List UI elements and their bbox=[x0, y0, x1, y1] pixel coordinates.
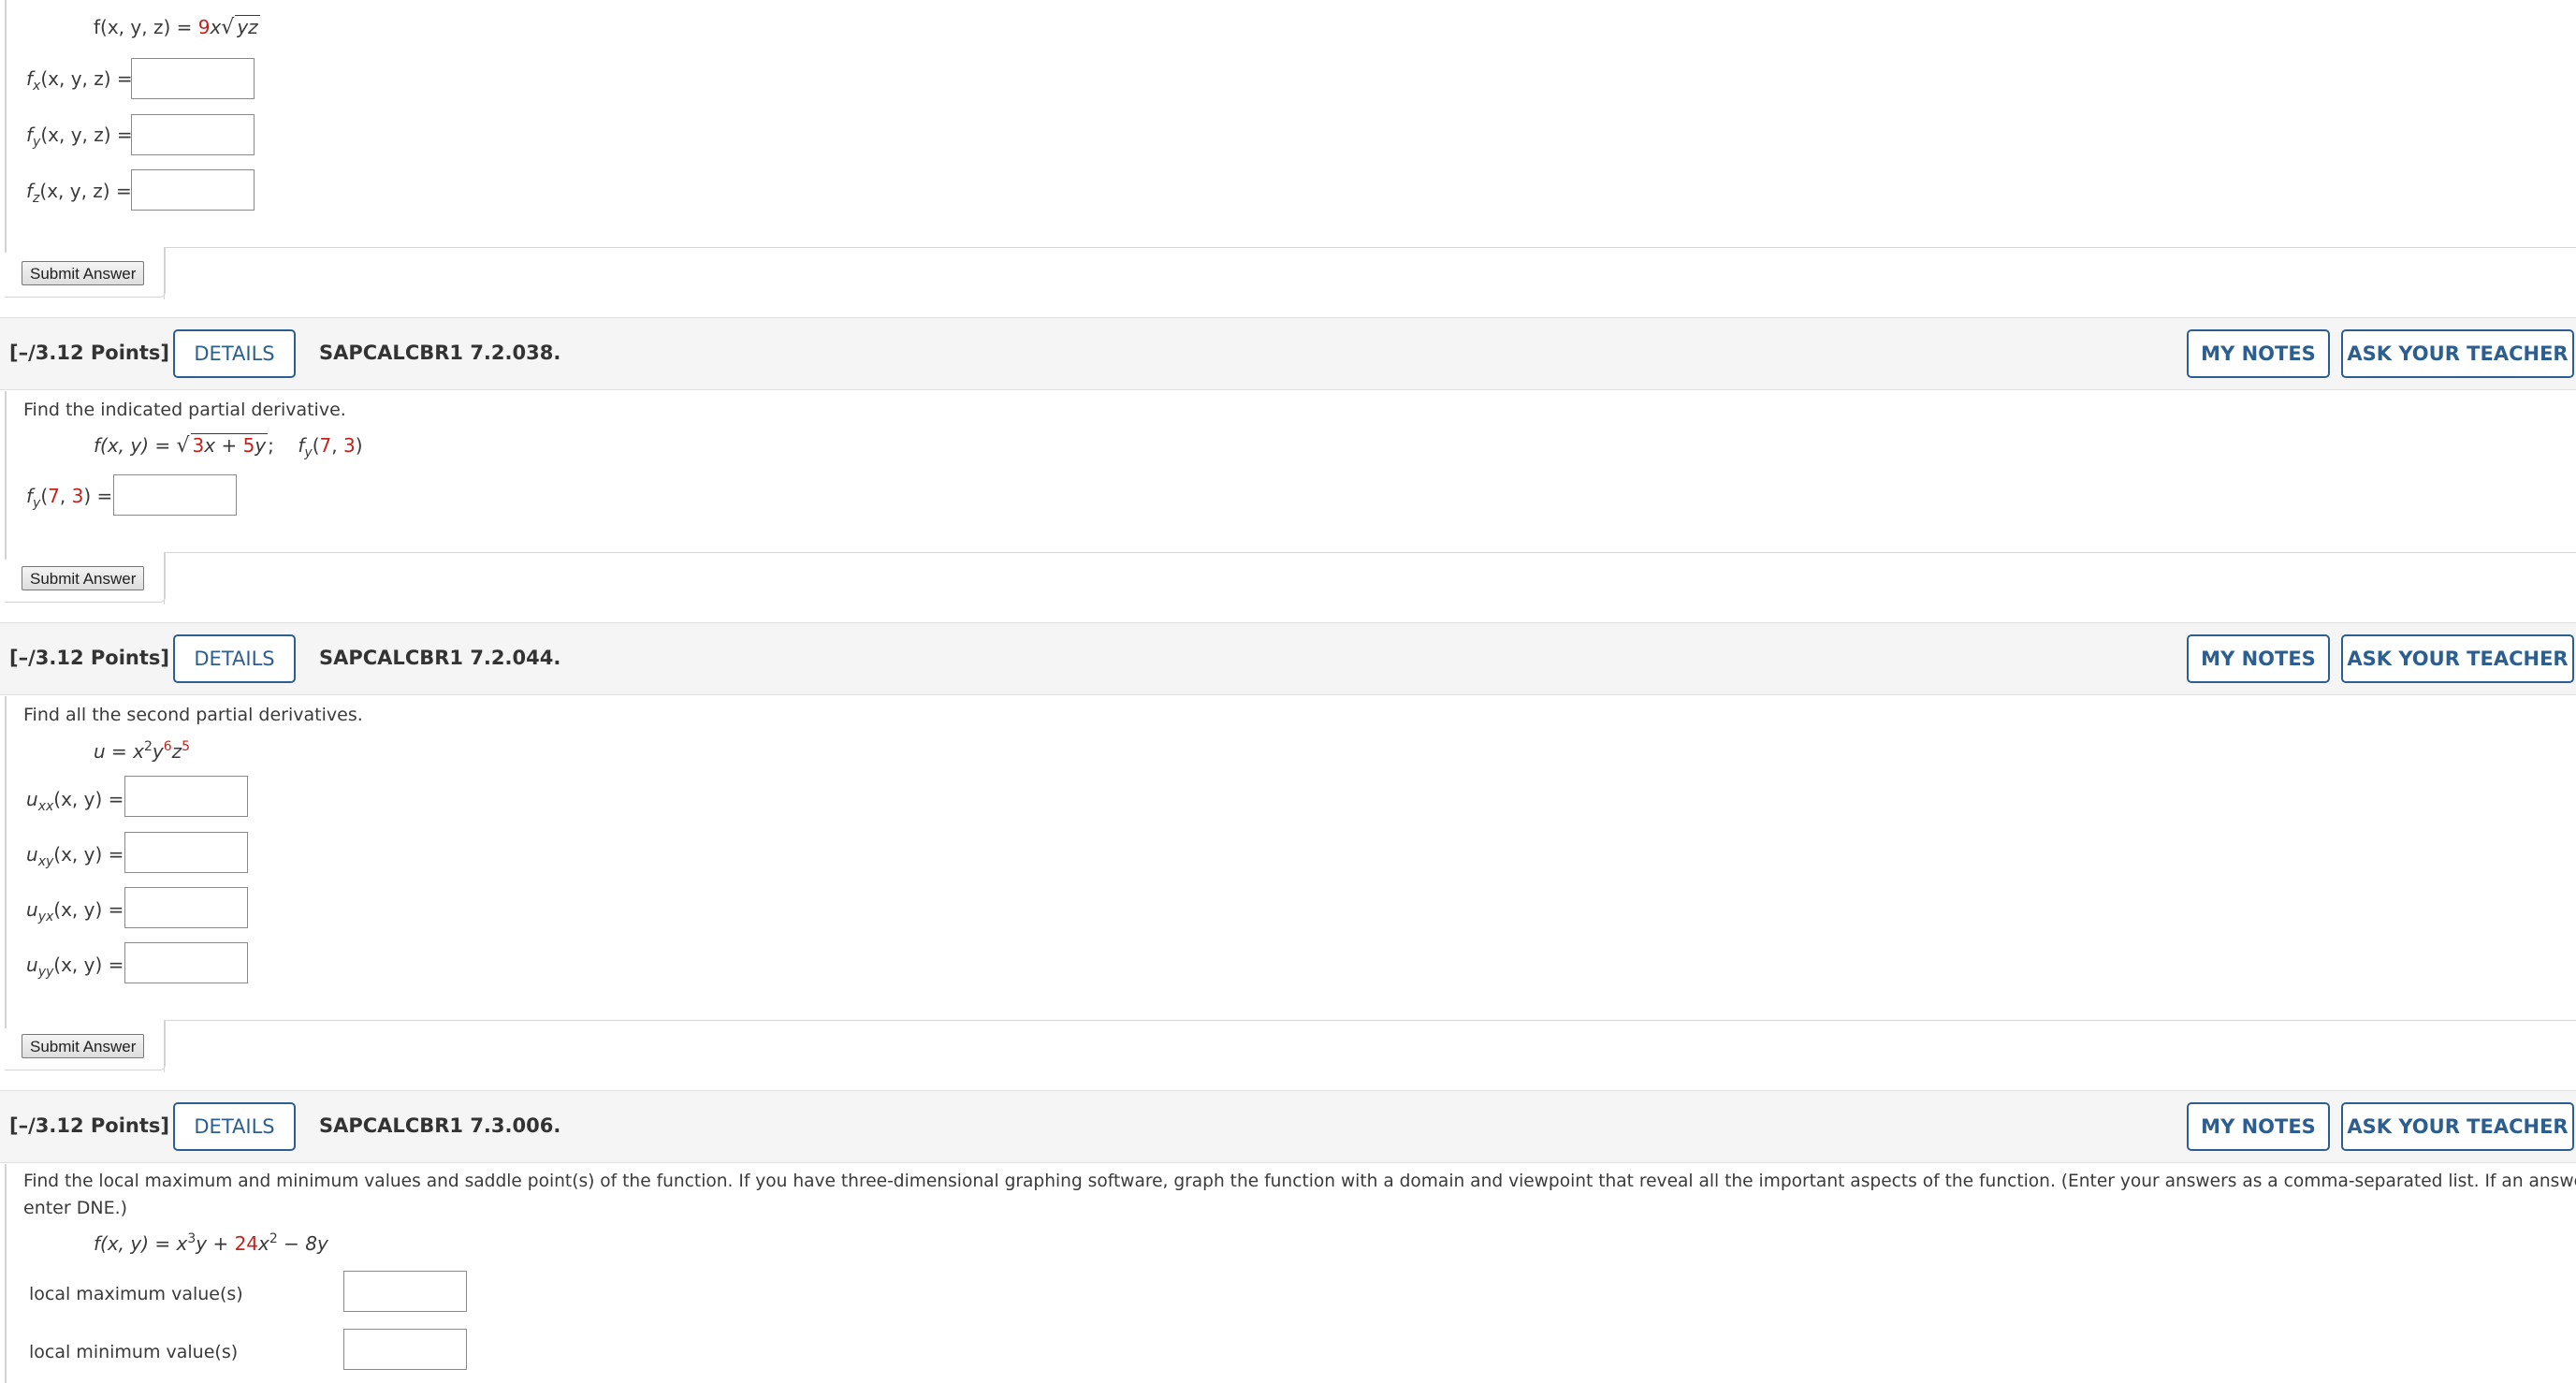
q1-formula: f(x, y, z) = 9x√ yz bbox=[94, 15, 260, 39]
q3-problem-code: SAPCALCBR1 7.2.044. bbox=[319, 647, 561, 669]
q2-left-border bbox=[5, 391, 7, 560]
q4-local-min-input[interactable] bbox=[343, 1329, 467, 1370]
q1-formula-coef: 9 bbox=[197, 16, 211, 38]
q2-formula: f(x, y) = √ 3x + 5y; fy(7, 3) bbox=[94, 433, 363, 460]
sqrt-icon: √ bbox=[221, 16, 235, 39]
q4-local-max-label: local maximum value(s) bbox=[29, 1284, 243, 1304]
q1-submit-area-divider bbox=[164, 247, 2576, 299]
q1-fz-label: fz(x, y, z) = bbox=[26, 180, 132, 206]
q4-details-button[interactable]: DETAILS bbox=[173, 1102, 296, 1151]
q1-formula-x: x bbox=[210, 16, 222, 38]
q3-prompt: Find all the second partial derivatives. bbox=[23, 705, 363, 725]
q3-ask-your-teacher-button[interactable]: ASK YOUR TEACHER bbox=[2341, 634, 2574, 683]
q3-submit-answer-button[interactable]: Submit Answer bbox=[22, 1034, 145, 1058]
q1-fy-label: fy(x, y, z) = bbox=[26, 124, 133, 150]
q3-uyx-label: uyx(x, y) = bbox=[26, 898, 124, 924]
q2-header: [–/3.12 Points] DETAILS SAPCALCBR1 7.2.0… bbox=[0, 317, 2576, 390]
q4-left-border bbox=[5, 1164, 7, 1383]
q2-ask-your-teacher-button[interactable]: ASK YOUR TEACHER bbox=[2341, 329, 2574, 378]
q3-uyx-input[interactable] bbox=[124, 887, 248, 928]
q3-submit-area-divider bbox=[164, 1020, 2576, 1072]
q3-points: [–/3.12 Points] bbox=[9, 647, 169, 669]
q2-problem-code: SAPCALCBR1 7.2.038. bbox=[319, 342, 561, 364]
q4-formula: f(x, y) = x3y + 24x2 − 8y bbox=[94, 1231, 328, 1255]
q2-prompt: Find the indicated partial derivative. bbox=[23, 400, 346, 420]
q3-uxx-label: uxx(x, y) = bbox=[26, 788, 124, 814]
q3-uyy-input[interactable] bbox=[124, 942, 248, 983]
q1-submit-answer-button[interactable]: Submit Answer bbox=[22, 261, 145, 285]
q3-formula: u = x2y6z5 bbox=[94, 739, 191, 763]
q1-formula-radicand: yz bbox=[235, 15, 260, 38]
q3-uyy-label: uyy(x, y) = bbox=[26, 954, 124, 980]
q3-uxx-input[interactable] bbox=[124, 776, 248, 817]
q3-left-border bbox=[5, 696, 7, 1028]
q4-points: [–/3.12 Points] bbox=[9, 1114, 169, 1137]
q4-header: [–/3.12 Points] DETAILS SAPCALCBR1 7.3.0… bbox=[0, 1090, 2576, 1163]
q3-details-button[interactable]: DETAILS bbox=[173, 634, 296, 683]
q2-details-button[interactable]: DETAILS bbox=[173, 329, 296, 378]
q2-my-notes-button[interactable]: MY NOTES bbox=[2187, 329, 2330, 378]
q4-local-max-input[interactable] bbox=[343, 1271, 467, 1312]
q3-uxy-label: uxy(x, y) = bbox=[26, 843, 124, 869]
q2-submit-area-divider bbox=[164, 552, 2576, 604]
q4-prompt-line1: Find the local maximum and minimum value… bbox=[23, 1172, 2576, 1191]
q1-formula-lhs: f(x, y, z) = bbox=[94, 16, 198, 38]
q4-local-min-label: local minimum value(s) bbox=[29, 1342, 239, 1362]
q2-fy-input[interactable] bbox=[113, 474, 237, 516]
q4-prompt-line2: enter DNE.) bbox=[23, 1198, 128, 1218]
q4-my-notes-button[interactable]: MY NOTES bbox=[2187, 1102, 2330, 1151]
q1-fx-label: fx(x, y, z) = bbox=[26, 67, 133, 94]
q1-fx-input[interactable] bbox=[131, 58, 255, 99]
q1-left-border bbox=[5, 0, 7, 253]
q4-ask-your-teacher-button[interactable]: ASK YOUR TEACHER bbox=[2341, 1102, 2574, 1151]
q2-submit-answer-button[interactable]: Submit Answer bbox=[22, 566, 145, 590]
q1-fy-input[interactable] bbox=[131, 114, 255, 155]
q3-header: [–/3.12 Points] DETAILS SAPCALCBR1 7.2.0… bbox=[0, 622, 2576, 695]
q4-problem-code: SAPCALCBR1 7.3.006. bbox=[319, 1114, 561, 1137]
q3-uxy-input[interactable] bbox=[124, 832, 248, 873]
sqrt-icon: √ bbox=[176, 434, 190, 458]
q1-fz-input[interactable] bbox=[131, 169, 255, 211]
q2-fy-label: fy(7, 3) = bbox=[26, 485, 113, 511]
q3-my-notes-button[interactable]: MY NOTES bbox=[2187, 634, 2330, 683]
q2-points: [–/3.12 Points] bbox=[9, 342, 169, 364]
